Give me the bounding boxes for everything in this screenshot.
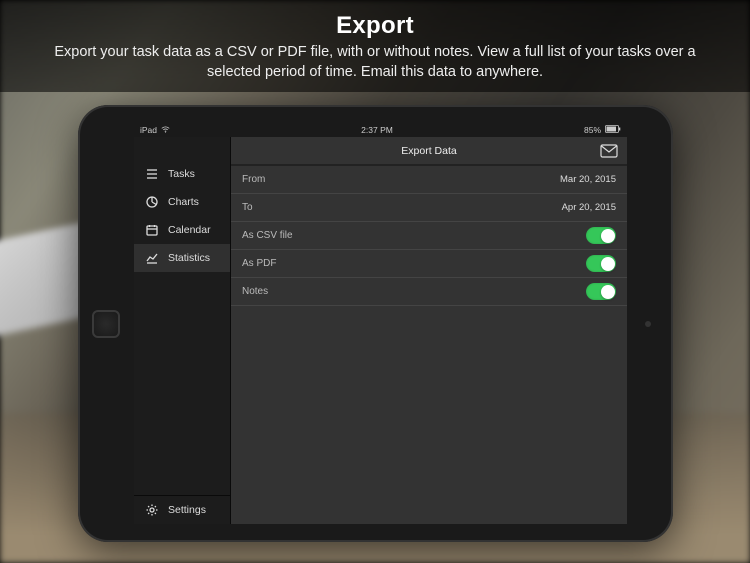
screen: iPad 2:37 PM 85% (134, 123, 627, 524)
row-label: To (242, 202, 253, 213)
front-camera (645, 321, 651, 327)
row-label: As CSV file (242, 230, 293, 241)
toggle-csv[interactable] (586, 227, 616, 244)
row-pdf: As PDF (231, 250, 627, 278)
gear-icon (145, 503, 159, 517)
sidebar-item-calendar[interactable]: Calendar (134, 216, 230, 244)
battery-icon (605, 125, 621, 135)
sidebar-item-label: Statistics (168, 252, 210, 264)
row-to[interactable]: To Apr 20, 2015 (231, 194, 627, 222)
app-container: Tasks Charts Calendar (134, 137, 627, 524)
list-icon (145, 167, 159, 181)
row-label: Notes (242, 286, 268, 297)
sidebar-item-label: Settings (168, 504, 206, 516)
sidebar-item-settings[interactable]: Settings (134, 496, 230, 524)
row-label: From (242, 174, 265, 185)
main-header: Export Data (231, 137, 627, 165)
calendar-icon (145, 223, 159, 237)
sidebar-item-label: Calendar (168, 224, 211, 236)
line-chart-icon (145, 251, 159, 265)
promo-banner: Export Export your task data as a CSV or… (0, 0, 750, 92)
mail-button[interactable] (600, 144, 618, 158)
sidebar-item-label: Tasks (168, 168, 195, 180)
sidebar-item-statistics[interactable]: Statistics (134, 244, 230, 272)
pie-chart-icon (145, 195, 159, 209)
row-csv: As CSV file (231, 222, 627, 250)
row-value: Apr 20, 2015 (562, 202, 616, 213)
wifi-icon (161, 125, 170, 135)
sidebar-item-tasks[interactable]: Tasks (134, 160, 230, 188)
row-value: Mar 20, 2015 (560, 174, 616, 185)
status-time: 2:37 PM (361, 125, 393, 135)
promo-title: Export (36, 12, 714, 40)
home-button[interactable] (92, 310, 120, 338)
promo-description: Export your task data as a CSV or PDF fi… (36, 43, 714, 82)
status-carrier: iPad (140, 125, 157, 135)
status-battery-percent: 85% (584, 125, 601, 135)
row-notes: Notes (231, 278, 627, 306)
toggle-notes[interactable] (586, 283, 616, 300)
sidebar: Tasks Charts Calendar (134, 137, 231, 524)
export-form: From Mar 20, 2015 To Apr 20, 2015 As CSV… (231, 166, 627, 306)
row-label: As PDF (242, 258, 276, 269)
row-from[interactable]: From Mar 20, 2015 (231, 166, 627, 194)
status-bar: iPad 2:37 PM 85% (134, 123, 627, 137)
ipad-frame: iPad 2:37 PM 85% (78, 105, 673, 542)
main-panel: Export Data From Mar 20, 2015 To Apr 20,… (231, 137, 627, 524)
main-title: Export Data (401, 145, 456, 157)
toggle-pdf[interactable] (586, 255, 616, 272)
sidebar-item-charts[interactable]: Charts (134, 188, 230, 216)
sidebar-item-label: Charts (168, 196, 199, 208)
